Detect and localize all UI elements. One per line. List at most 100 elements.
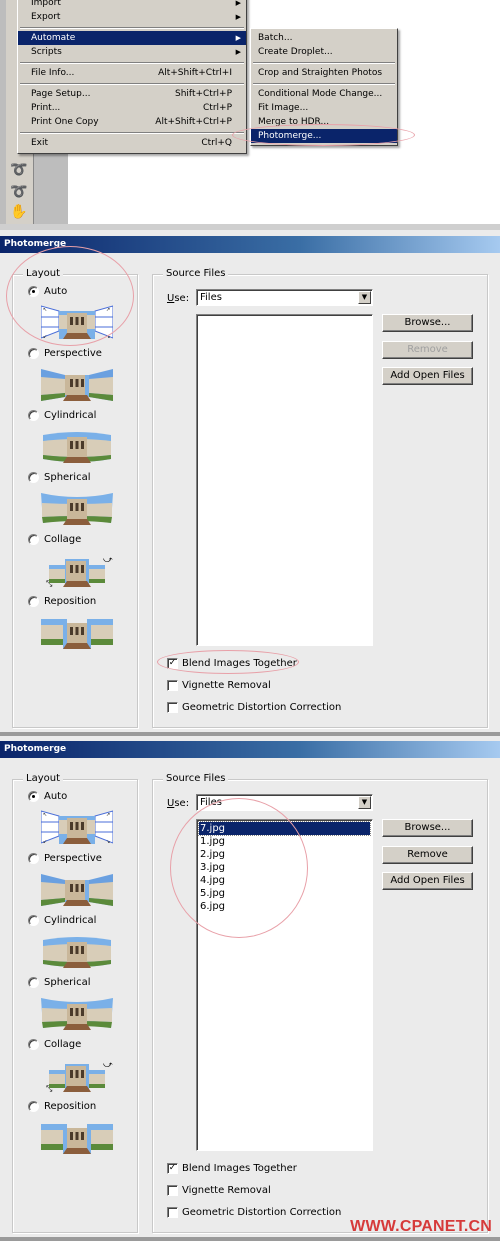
blend-images-together-option[interactable]: ✓ Blend Images Together (167, 656, 297, 670)
menu-item-crop-straighten[interactable]: Crop and Straighten Photos (251, 66, 397, 80)
spherical-layout-preview-icon[interactable] (41, 491, 113, 525)
file-list-item[interactable]: 2.jpg (199, 848, 370, 861)
layout-group: Layout Auto ↖ ↗ ↙ ↘ Perspective Cylindrica… (12, 268, 138, 728)
browse-button[interactable]: Browse... (382, 819, 473, 837)
layout-option-spherical[interactable]: Spherical (28, 470, 90, 484)
checkbox[interactable] (167, 679, 178, 691)
reposition-layout-preview-icon[interactable] (41, 615, 113, 649)
menu-separator (18, 129, 246, 136)
menu-item-batch[interactable]: Batch... (251, 31, 397, 45)
dialog-bottom-border (0, 1237, 500, 1241)
reposition-layout-preview-icon[interactable] (41, 1120, 113, 1154)
radio-button[interactable] (28, 347, 39, 359)
use-select-value: Files (200, 292, 222, 303)
source-file-list[interactable] (196, 314, 373, 646)
radio-button[interactable] (28, 595, 39, 607)
menu-item-export[interactable]: Export ▶ (18, 10, 246, 24)
geometric-distortion-correction-option[interactable]: Geometric Distortion Correction (167, 1205, 341, 1219)
layout-option-label: Cylindrical (44, 409, 97, 421)
menu-item-conditional-mode-change[interactable]: Conditional Mode Change... (251, 87, 397, 101)
source-file-list[interactable]: 7.jpg 1.jpg 2.jpg 3.jpg 4.jpg 5.jpg 6.jpg (196, 819, 373, 1151)
vignette-removal-option[interactable]: Vignette Removal (167, 678, 271, 692)
layout-option-reposition[interactable]: Reposition (28, 594, 96, 608)
dropdown-arrow-icon[interactable]: ▼ (358, 291, 371, 304)
menu-item-merge-to-hdr[interactable]: Merge to HDR... (251, 115, 397, 129)
menu-item-exit[interactable]: Exit Ctrl+Q (18, 136, 246, 150)
checkbox[interactable] (167, 1184, 178, 1196)
magnetic-lasso-tool-icon[interactable]: ➰ (8, 182, 30, 202)
menu-item-file-info[interactable]: File Info... Alt+Shift+Ctrl+I (18, 66, 246, 80)
vignette-removal-option[interactable]: Vignette Removal (167, 1183, 271, 1197)
auto-layout-preview-icon[interactable]: ↖ ↗ ↙ ↘ (41, 305, 113, 339)
menu-item-scripts[interactable]: Scripts ▶ (18, 45, 246, 59)
menu-item-fit-image[interactable]: Fit Image... (251, 101, 397, 115)
use-select[interactable]: Files ▼ (196, 794, 373, 811)
radio-button[interactable] (28, 976, 39, 988)
cylindrical-layout-preview-icon[interactable] (41, 429, 113, 463)
use-select[interactable]: Files ▼ (196, 289, 373, 306)
svg-text:⤻: ⤻ (103, 1060, 113, 1070)
layout-option-collage[interactable]: Collage (28, 532, 81, 546)
cylindrical-layout-preview-icon[interactable] (41, 934, 113, 968)
spherical-layout-preview-icon[interactable] (41, 996, 113, 1030)
photomerge-dialog: Photomerge Layout Auto ↖ ↗ ↙ ↘ Perspective… (0, 741, 500, 1241)
use-label: Use: (167, 798, 190, 809)
checkbox[interactable]: ✓ (167, 1162, 178, 1174)
collage-layout-preview-icon[interactable]: ⤻ ⤡ (41, 553, 113, 587)
file-list-item[interactable]: 4.jpg (199, 874, 370, 887)
collage-layout-preview-icon[interactable]: ⤻ ⤡ (41, 1058, 113, 1092)
checkbox[interactable] (167, 1206, 178, 1218)
menu-item-print-one-copy[interactable]: Print One Copy Alt+Shift+Ctrl+P (18, 115, 246, 129)
radio-button[interactable] (28, 914, 39, 926)
file-list-item[interactable]: 1.jpg (199, 835, 370, 848)
menu-item-import[interactable]: Import ▶ (18, 0, 246, 10)
checkbox[interactable] (167, 701, 178, 713)
remove-button[interactable]: Remove (382, 846, 473, 864)
perspective-layout-preview-icon[interactable] (41, 872, 113, 906)
add-open-files-button[interactable]: Add Open Files (382, 367, 473, 385)
file-list-item[interactable]: 7.jpg (198, 821, 371, 836)
layout-option-auto[interactable]: Auto (28, 789, 67, 803)
lasso-tool-icon[interactable]: ➰ (8, 160, 30, 180)
menu-separator (18, 24, 246, 31)
file-list-item[interactable]: 3.jpg (199, 861, 370, 874)
file-menu: Import ▶ Export ▶ Automate ▶ Scripts ▶ File … (17, 0, 247, 154)
menu-separator (18, 80, 246, 87)
layout-option-perspective[interactable]: Perspective (28, 851, 102, 865)
auto-layout-preview-icon[interactable]: ↖ ↗ ↙ ↘ (41, 810, 113, 844)
remove-button[interactable]: Remove (382, 341, 473, 359)
add-open-files-button[interactable]: Add Open Files (382, 872, 473, 890)
checkbox[interactable]: ✓ (167, 657, 178, 669)
shortcut-label: Alt+Shift+Ctrl+I (158, 68, 232, 78)
layout-option-cylindrical[interactable]: Cylindrical (28, 408, 96, 422)
radio-button[interactable] (28, 1100, 39, 1112)
menu-item-automate[interactable]: Automate ▶ (18, 31, 246, 45)
svg-text:⤡: ⤡ (46, 579, 53, 587)
file-list-item[interactable]: 5.jpg (199, 887, 370, 900)
radio-button[interactable] (28, 852, 39, 864)
radio-button[interactable] (28, 1038, 39, 1050)
radio-button[interactable] (28, 409, 39, 421)
geometric-distortion-correction-option[interactable]: Geometric Distortion Correction (167, 700, 341, 714)
radio-button[interactable] (28, 471, 39, 483)
menu-item-page-setup[interactable]: Page Setup... Shift+Ctrl+P (18, 87, 246, 101)
layout-option-auto[interactable]: Auto (28, 284, 67, 298)
radio-button[interactable] (28, 790, 39, 802)
layout-option-perspective[interactable]: Perspective (28, 346, 102, 360)
browse-button[interactable]: Browse... (382, 314, 473, 332)
layout-option-reposition[interactable]: Reposition (28, 1099, 96, 1113)
perspective-layout-preview-icon[interactable] (41, 367, 113, 401)
radio-button[interactable] (28, 285, 39, 297)
dropdown-arrow-icon[interactable]: ▼ (358, 796, 371, 809)
menu-item-create-droplet[interactable]: Create Droplet... (251, 45, 397, 59)
layout-option-spherical[interactable]: Spherical (28, 975, 90, 989)
radio-button[interactable] (28, 533, 39, 545)
file-list-item[interactable]: 6.jpg (199, 900, 370, 913)
svg-text:⤻: ⤻ (103, 555, 113, 565)
blend-images-together-option[interactable]: ✓ Blend Images Together (167, 1161, 297, 1175)
menu-item-print[interactable]: Print... Ctrl+P (18, 101, 246, 115)
layout-option-cylindrical[interactable]: Cylindrical (28, 913, 96, 927)
layout-option-collage[interactable]: Collage (28, 1037, 81, 1051)
hand-tool-icon[interactable]: ✋ (8, 202, 30, 222)
menu-item-photomerge[interactable]: Photomerge... (251, 129, 397, 143)
